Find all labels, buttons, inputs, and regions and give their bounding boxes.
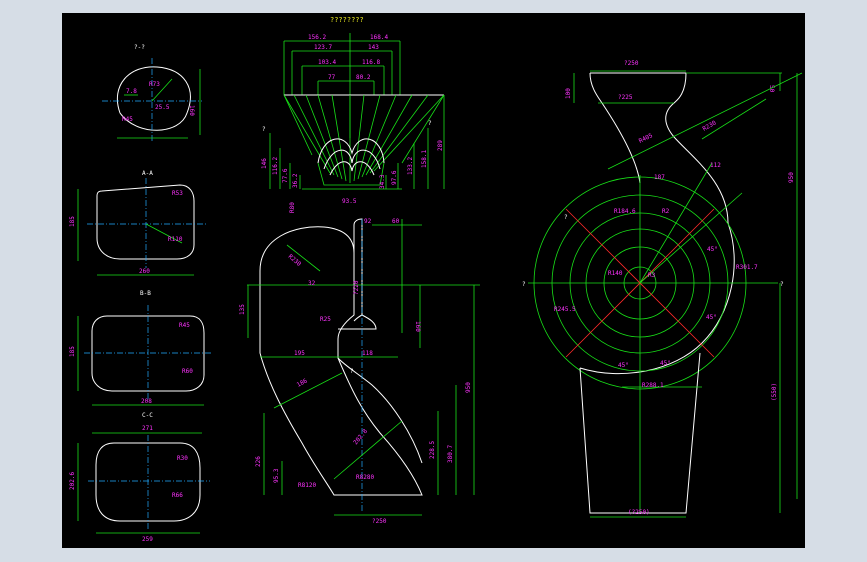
- volute-dim-r301-7: R301.7: [736, 264, 758, 271]
- fan-dim-133-2: 133.2: [407, 157, 414, 175]
- view4-dim-r30: R30: [177, 455, 188, 462]
- section-view-4: C-C 271 R30 R66 202.6 259: [69, 412, 210, 543]
- drawing-sheet: ???????? ?-? R73 7.8 25.5 160 R45 A-A R5…: [62, 13, 805, 548]
- section-label-3: B-B: [140, 290, 151, 297]
- volute-dim-r405: R405: [638, 132, 654, 145]
- drawing-title: ????????: [330, 16, 364, 24]
- fan-dim-116-2: 116.2: [272, 157, 279, 175]
- volute-dim-45-1: 45°: [707, 246, 718, 253]
- section-label-2: A-A: [142, 170, 153, 177]
- volute-dim-r140: R140: [608, 270, 623, 277]
- view2-dim-r110: R110: [168, 236, 183, 243]
- volute-view: ?250 ?225 100 50 R230 R405 950 R184.6 R2…: [522, 60, 803, 518]
- view3-dim-r45: R45: [179, 322, 190, 329]
- fan-dim-168-4: 168.4: [370, 34, 388, 41]
- volute-dim-45-2: 45°: [706, 314, 717, 321]
- duct-q: ?: [350, 368, 354, 375]
- fan-dim-77: 77: [328, 74, 336, 81]
- duct-dim-160: 160: [414, 321, 421, 332]
- volute-dim-187: 187: [654, 174, 665, 181]
- volute-dim-r2: R2: [662, 208, 670, 215]
- duct-dim-202-8: 202.8: [352, 428, 369, 447]
- duct-dim-r8280: R8280: [356, 474, 374, 481]
- view1-dim-25-5: 25.5: [155, 104, 170, 111]
- view3-dim-r60: R60: [182, 368, 193, 375]
- duct-dim-186: 186: [296, 377, 309, 388]
- duct-dim-226: 226: [255, 456, 262, 467]
- duct-dim-r25: R25: [320, 316, 331, 323]
- fan-dim-36-2: 36.2: [292, 173, 299, 188]
- view3-dim-208: 208: [141, 398, 152, 405]
- volute-q-left: ?: [522, 281, 526, 288]
- fan-transition-view: 156.2 168.4 123.7 143 103.4 116.8 77 80.…: [261, 33, 445, 213]
- volute-dim-r3: R3: [648, 272, 656, 279]
- view1-dim-r73: R73: [149, 81, 160, 88]
- duct-elbow-view: 92 60 R230 ?220 32 135 R25 160 195 118 1…: [239, 218, 480, 525]
- section-view-3: B-B R45 R60 185 208: [69, 290, 212, 406]
- fan-dim-123-7: 123.7: [314, 44, 332, 51]
- duct-dim-135: 135: [239, 304, 246, 315]
- volute-dim-950: 950: [788, 172, 795, 183]
- volute-dim-phi250-bottom: (?250): [628, 509, 650, 516]
- fan-q-2: ?: [428, 120, 432, 127]
- view2-dim-r53: R53: [172, 190, 183, 197]
- duct-dim-950: 950: [465, 382, 472, 393]
- volute-dim-phi225: ?225: [618, 94, 633, 101]
- view4-dim-271: 271: [142, 425, 153, 432]
- view3-dim-185: 185: [69, 346, 76, 357]
- duct-dim-92: 92: [364, 218, 372, 225]
- fan-dim-93-5: 93.5: [342, 198, 357, 205]
- volute-dim-phi250: ?250: [624, 60, 639, 67]
- fan-dim-97-6: 97.6: [391, 170, 398, 185]
- volute-dim-550: (550): [771, 383, 778, 401]
- view1-dim-160: 160: [188, 105, 195, 116]
- duct-dim-380-7: 380.7: [447, 445, 454, 463]
- duct-dim-228-5: 228.5: [429, 441, 436, 459]
- duct-dim-r8120: R8120: [298, 482, 316, 489]
- fan-dim-r80: R80: [289, 202, 296, 213]
- fan-q-1: ?: [262, 126, 266, 133]
- view4-dim-259: 259: [142, 536, 153, 543]
- section-view-2: A-A R53 R110 185 260: [69, 170, 207, 276]
- fan-dim-80-2: 80.2: [356, 74, 371, 81]
- view2-dim-185: 185: [69, 216, 76, 227]
- volute-dim-50: 50: [768, 85, 775, 93]
- duct-dim-95-3: 95.3: [273, 468, 280, 483]
- section-label-4: C-C: [142, 412, 153, 419]
- duct-dim-195: 195: [294, 350, 305, 357]
- view2-dim-260: 260: [139, 268, 150, 275]
- volute-dim-r288-1: R288.1: [642, 382, 664, 389]
- volute-q-top: ?: [564, 214, 568, 221]
- volute-dim-45-4: 45°: [660, 360, 671, 367]
- duct-dim-118: 118: [362, 350, 373, 357]
- section-view-1: ?-? R73 7.8 25.5 160 R45: [102, 44, 202, 143]
- volute-dim-100: 100: [565, 88, 572, 99]
- duct-dim-phi220: ?220: [353, 280, 360, 295]
- view4-dim-r66: R66: [172, 492, 183, 499]
- duct-dim-phi250: ?250: [372, 518, 387, 525]
- volute-dim-45-3: 45°: [618, 362, 629, 369]
- volute-q-right: ?: [780, 281, 784, 288]
- duct-dim-60: 60: [392, 218, 400, 225]
- fan-dim-77-6: 77.6: [282, 168, 289, 183]
- fan-dim-143: 143: [368, 44, 379, 51]
- cad-drawing: ???????? ?-? R73 7.8 25.5 160 R45 A-A R5…: [69, 16, 803, 543]
- volute-dim-r245-5: R245.5: [554, 306, 576, 313]
- view4-dim-202-6: 202.6: [69, 472, 76, 490]
- view1-dim-r45: R45: [122, 116, 133, 123]
- view1-dim-7-8: 7.8: [126, 88, 137, 95]
- fan-dim-34-3: 34.3: [379, 174, 386, 189]
- fan-dim-116-8: 116.8: [362, 59, 380, 66]
- volute-dim-112: 112: [710, 162, 721, 169]
- fan-dim-289: 289: [437, 140, 444, 151]
- fan-dim-146: 146: [261, 158, 268, 169]
- fan-dim-103-4: 103.4: [318, 59, 336, 66]
- fan-dim-158-1: 158.1: [421, 150, 428, 168]
- duct-dim-32: 32: [308, 280, 316, 287]
- volute-dim-r184-6: R184.6: [614, 208, 636, 215]
- section-label-1: ?-?: [134, 44, 145, 51]
- fan-dim-156-2: 156.2: [308, 34, 326, 41]
